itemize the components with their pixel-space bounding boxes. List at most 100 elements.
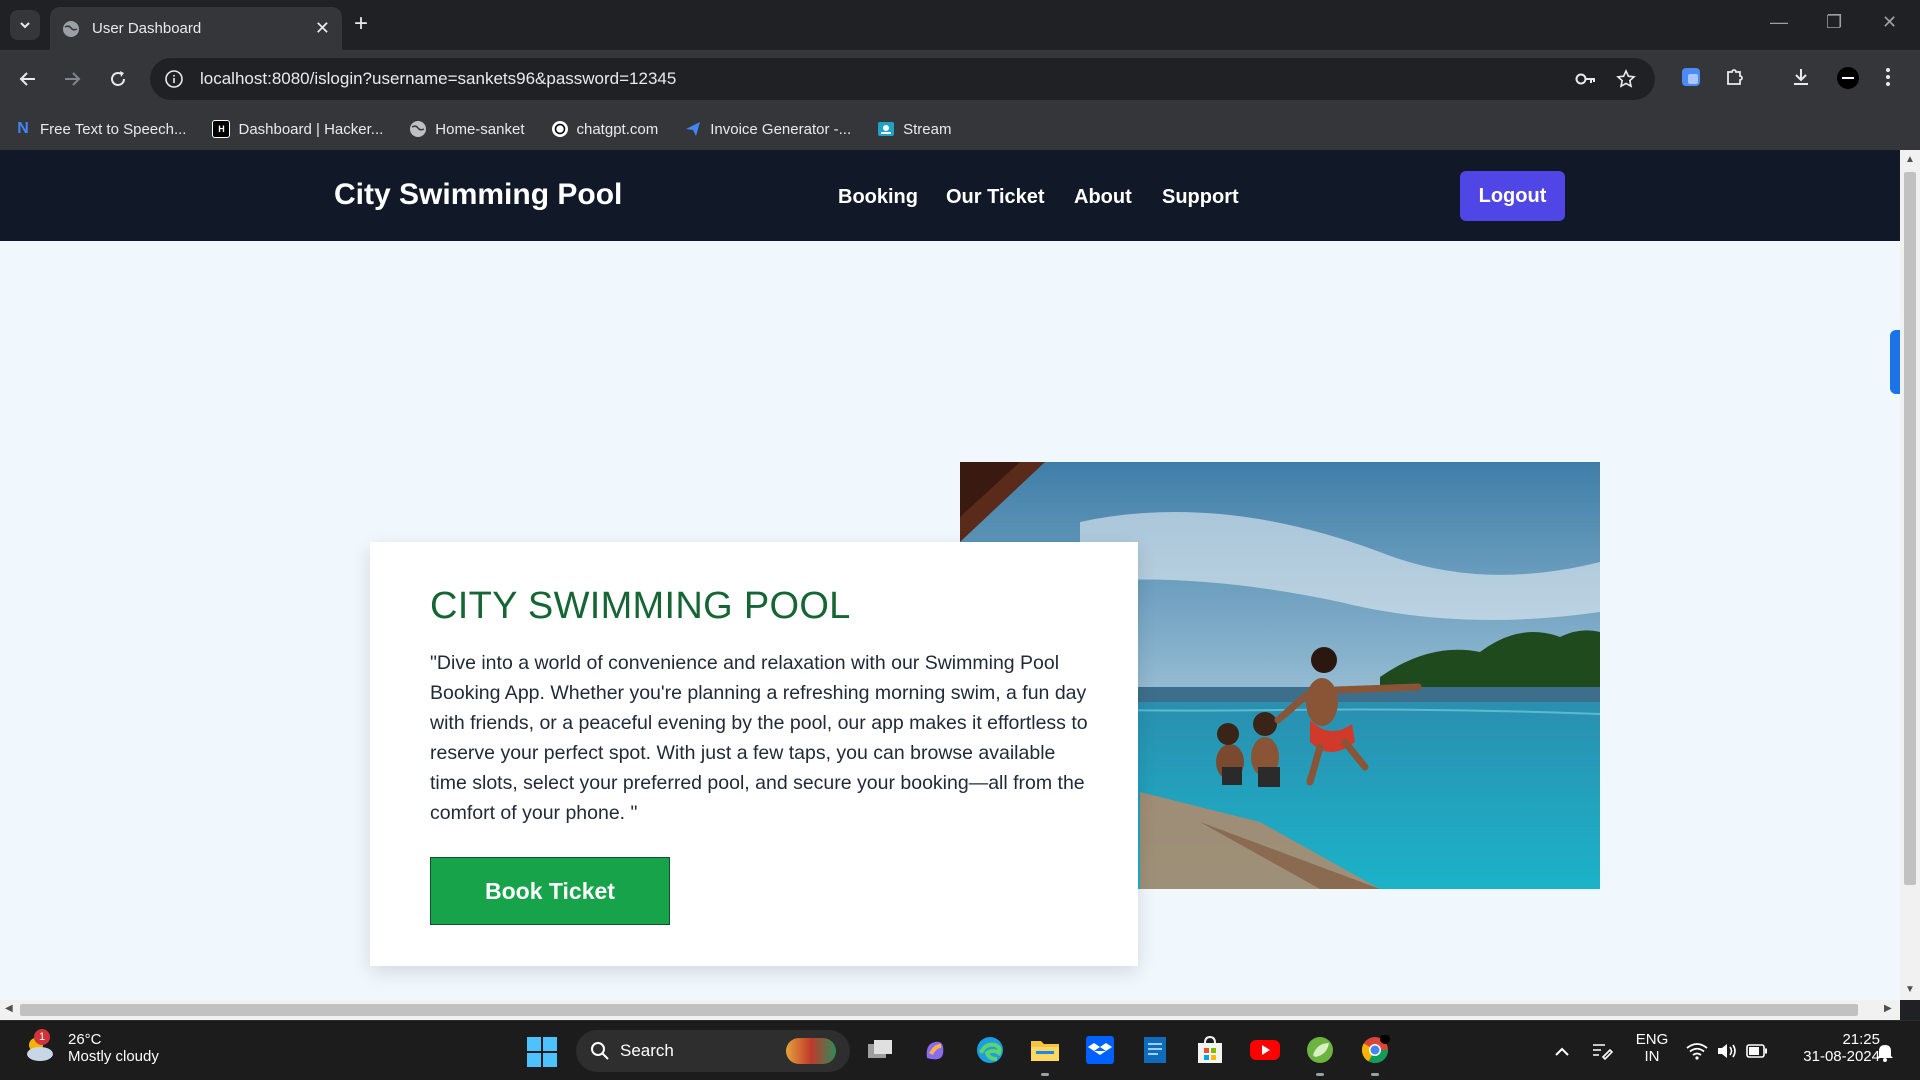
pen-input-icon[interactable]	[1591, 1041, 1613, 1061]
chevron-down-icon	[20, 22, 30, 29]
paper-plane-icon	[686, 122, 701, 136]
bookmark-star-icon[interactable]	[1616, 69, 1636, 89]
tab-search-button[interactable]	[10, 10, 40, 40]
hero-description: "Dive into a world of convenience and re…	[430, 652, 1088, 824]
download-icon[interactable]	[1790, 66, 1812, 88]
restore-icon[interactable]: ❐	[1826, 12, 1842, 33]
close-tab-icon[interactable]: ✕	[315, 18, 330, 39]
bookmark-item[interactable]: chatgpt.com	[551, 120, 659, 138]
n-blue-icon: N	[17, 120, 29, 137]
back-icon[interactable]	[14, 65, 42, 93]
file-explorer-icon[interactable]	[1029, 1034, 1061, 1066]
hero-heading: CITY SWIMMING POOL	[430, 585, 851, 627]
scroll-right-icon[interactable]: ▶	[1884, 1003, 1892, 1014]
bookmark-label: Dashboard | Hacker...	[238, 120, 384, 138]
minimize-icon[interactable]: —	[1770, 12, 1788, 33]
vertical-scroll-thumb[interactable]	[1904, 172, 1916, 885]
running-indicator	[1316, 1073, 1324, 1076]
weather-condition: Mostly cloudy	[68, 1048, 159, 1065]
bookmark-item[interactable]: N Free Text to Speech...	[14, 120, 186, 138]
vertical-scrollbar[interactable]: ▲ ▼	[1900, 150, 1920, 1000]
region-code: IN	[1644, 1048, 1660, 1065]
bookmark-item[interactable]: Stream	[877, 120, 951, 138]
logout-button[interactable]: Logout	[1460, 171, 1565, 221]
running-indicator	[1041, 1073, 1049, 1076]
weather-temperature: 26°C	[68, 1031, 102, 1048]
site-navbar: City Swimming Pool Booking Our Ticket Ab…	[0, 150, 1900, 241]
windows-start-icon[interactable]	[527, 1037, 557, 1067]
windows-taskbar: 1 26°C Mostly cloudy Search ENG IN 21:25…	[0, 1020, 1920, 1080]
spring-tool-icon[interactable]	[1304, 1034, 1336, 1066]
youtube-icon[interactable]	[1249, 1034, 1281, 1066]
search-icon	[591, 1042, 609, 1060]
stream-icon	[878, 122, 895, 136]
menu-kebab-icon[interactable]	[1884, 66, 1892, 88]
extension-app-icon[interactable]	[1680, 66, 1702, 88]
globe-icon	[410, 121, 427, 137]
notes-app-icon[interactable]	[1139, 1034, 1171, 1066]
edge-browser-icon[interactable]	[974, 1034, 1006, 1066]
input-language[interactable]: ENG IN	[1634, 1031, 1670, 1065]
chrome-icon[interactable]	[1359, 1034, 1391, 1066]
site-info-icon[interactable]	[164, 69, 184, 89]
scroll-up-icon[interactable]: ▲	[1905, 154, 1915, 165]
microsoft-store-icon[interactable]	[1194, 1034, 1226, 1066]
address-bar[interactable]: localhost:8080/islogin?username=sankets9…	[150, 58, 1655, 100]
url-text[interactable]: localhost:8080/islogin?username=sankets9…	[200, 69, 676, 89]
chevron-up-icon[interactable]	[1554, 1047, 1570, 1057]
search-highlight-icon	[786, 1038, 836, 1064]
bookmarks-bar: N Free Text to Speech... H Dashboard | H…	[0, 108, 1920, 150]
book-ticket-button[interactable]: Book Ticket	[430, 857, 670, 925]
tab-title: User Dashboard	[92, 20, 202, 37]
extensions-puzzle-icon[interactable]	[1724, 66, 1746, 88]
globe-icon	[63, 20, 79, 37]
clock[interactable]: 21:25 31-08-2024	[1780, 1031, 1880, 1065]
chatgpt-icon	[551, 121, 568, 137]
task-view-icon[interactable]	[864, 1034, 896, 1066]
tab-strip: User Dashboard ✕ + — ❐ ✕	[0, 0, 1920, 50]
copilot-icon[interactable]	[919, 1034, 951, 1066]
reload-icon[interactable]	[104, 65, 132, 93]
tab-user-dashboard[interactable]: User Dashboard ✕	[50, 7, 342, 50]
nav-link-support[interactable]: Support	[1162, 186, 1239, 209]
running-indicator	[1371, 1073, 1379, 1076]
hackerrank-icon: H	[212, 120, 231, 138]
weather-badge: 1	[34, 1029, 50, 1045]
taskbar-search[interactable]: Search	[576, 1030, 850, 1072]
scroll-left-icon[interactable]: ◀	[5, 1003, 13, 1014]
nav-link-about[interactable]: About	[1074, 186, 1132, 209]
hero-card: CITY SWIMMING POOL "Dive into a world of…	[370, 542, 1138, 966]
site-brand[interactable]: City Swimming Pool	[334, 178, 622, 212]
dropbox-icon[interactable]	[1084, 1034, 1116, 1066]
cloud-sun-icon: 1	[22, 1029, 56, 1065]
page-viewport: City Swimming Pool Booking Our Ticket Ab…	[0, 150, 1900, 1000]
password-key-icon[interactable]	[1575, 69, 1597, 89]
notification-bell-icon[interactable]	[1876, 1042, 1894, 1062]
bookmark-label: Free Text to Speech...	[40, 120, 187, 138]
volume-icon[interactable]	[1716, 1042, 1738, 1060]
bookmark-label: chatgpt.com	[576, 120, 659, 138]
profile-avatar-icon[interactable]	[1836, 66, 1860, 90]
side-panel-tab[interactable]	[1890, 330, 1900, 394]
weather-widget[interactable]: 1 26°C Mostly cloudy	[22, 1029, 159, 1065]
search-label: Search	[620, 1041, 674, 1060]
new-tab-button[interactable]: +	[354, 12, 368, 36]
close-window-icon[interactable]: ✕	[1882, 12, 1897, 33]
forward-icon[interactable]	[58, 65, 86, 93]
horizontal-scrollbar[interactable]: ◀ ▶	[0, 1000, 1900, 1020]
scroll-down-icon[interactable]: ▼	[1905, 984, 1915, 995]
language-code: ENG	[1635, 1031, 1669, 1048]
bookmark-label: Invoice Generator -...	[710, 120, 852, 138]
battery-icon[interactable]	[1746, 1044, 1768, 1058]
bookmark-item[interactable]: H Dashboard | Hacker...	[212, 120, 383, 138]
horizontal-scroll-thumb[interactable]	[20, 1004, 1858, 1016]
bookmark-item[interactable]: Home-sanket	[409, 120, 525, 138]
nav-link-our-ticket[interactable]: Our Ticket	[946, 186, 1045, 209]
wifi-icon[interactable]	[1686, 1042, 1708, 1060]
bookmark-label: Home-sanket	[435, 120, 525, 138]
clock-date: 31-08-2024	[1803, 1048, 1880, 1065]
bookmark-item[interactable]: Invoice Generator -...	[684, 120, 851, 138]
browser-toolbar: localhost:8080/islogin?username=sankets9…	[0, 50, 1920, 108]
bookmark-label: Stream	[903, 120, 952, 138]
nav-link-booking[interactable]: Booking	[838, 186, 918, 209]
